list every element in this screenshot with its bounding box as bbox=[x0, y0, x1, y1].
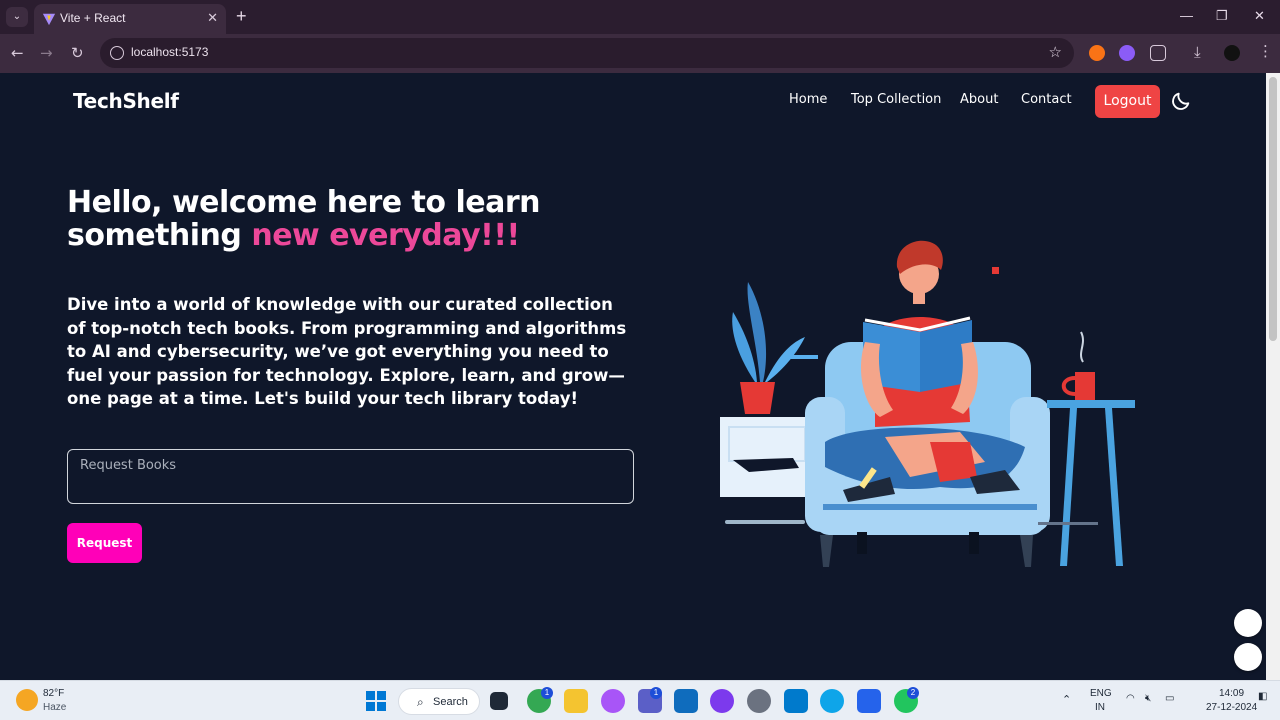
logout-button[interactable]: Logout bbox=[1095, 85, 1160, 118]
notifications-icon[interactable]: ◧ bbox=[1258, 691, 1267, 702]
nav-top-collection[interactable]: Top Collection bbox=[851, 92, 941, 107]
hero-title-line2: something bbox=[67, 218, 242, 253]
request-books-field[interactable] bbox=[67, 449, 634, 504]
search-label: Search bbox=[433, 696, 468, 708]
tab-title: Vite + React bbox=[60, 11, 126, 25]
moon-icon[interactable] bbox=[1170, 90, 1192, 112]
whatsapp-badge: 2 bbox=[907, 687, 919, 699]
tab-search-dropdown[interactable]: ⌄ bbox=[6, 7, 28, 27]
forward-arrow-icon[interactable]: → bbox=[40, 44, 53, 62]
browser-tab-bar: ⌄ Vite + React ✕ + — ❐ ✕ bbox=[0, 0, 1280, 34]
volume-muted-icon[interactable]: 🔇︎ bbox=[1145, 693, 1151, 704]
nav-home[interactable]: Home bbox=[789, 92, 827, 107]
photos-icon[interactable] bbox=[857, 689, 881, 713]
language-region[interactable]: IN bbox=[1095, 702, 1105, 713]
nav-about[interactable]: About bbox=[960, 92, 998, 107]
windows-start-icon[interactable] bbox=[366, 691, 386, 711]
app-icon[interactable] bbox=[710, 689, 734, 713]
reading-illustration bbox=[720, 240, 1135, 567]
hero-title-line1: Hello, welcome here to learn bbox=[67, 185, 540, 220]
address-bar[interactable]: localhost:5173 ☆ bbox=[100, 38, 1074, 68]
hero-title-accent: new everyday!!! bbox=[251, 218, 520, 253]
browser-toolbar: ← → ↻ localhost:5173 ☆ ⤓ ⋮ bbox=[0, 34, 1280, 73]
teams-badge: 1 bbox=[650, 687, 662, 699]
request-books-input[interactable] bbox=[80, 458, 620, 473]
search-icon: ⌕ bbox=[417, 695, 424, 709]
request-button[interactable]: Request bbox=[67, 523, 142, 563]
reload-icon[interactable]: ↻ bbox=[71, 44, 84, 62]
edge-icon[interactable] bbox=[820, 689, 844, 713]
nav-contact[interactable]: Contact bbox=[1021, 92, 1072, 107]
minimize-button[interactable]: — bbox=[1180, 8, 1193, 23]
chrome-badge: 1 bbox=[541, 687, 553, 699]
restore-button[interactable]: ❐ bbox=[1216, 8, 1228, 24]
new-tab-button[interactable]: + bbox=[236, 6, 247, 27]
back-arrow-icon[interactable]: ← bbox=[11, 44, 24, 62]
tray-chevron-icon[interactable]: ⌃ bbox=[1062, 693, 1071, 706]
ai-extension-icon[interactable] bbox=[1119, 45, 1135, 61]
vscode-icon[interactable] bbox=[784, 689, 808, 713]
windows-taskbar: 82°F Haze ⌕ Search 1 1 2 ⌃ ENG IN ◠ 🔇︎ ▭… bbox=[0, 680, 1280, 720]
battery-icon[interactable]: ▭ bbox=[1165, 693, 1174, 704]
profile-avatar[interactable] bbox=[1224, 45, 1240, 61]
brand-logo[interactable]: TechShelf bbox=[73, 89, 179, 113]
browser-tab[interactable]: Vite + React ✕ bbox=[34, 4, 226, 34]
close-window-button[interactable]: ✕ bbox=[1254, 8, 1265, 24]
extensions-puzzle-icon[interactable] bbox=[1150, 45, 1166, 61]
site-info-icon[interactable] bbox=[110, 46, 124, 60]
language-code[interactable]: ENG bbox=[1090, 688, 1112, 699]
taskbar-search[interactable]: ⌕ Search bbox=[398, 688, 480, 715]
download-icon[interactable]: ⤓ bbox=[1194, 43, 1201, 61]
menu-kebab-icon[interactable]: ⋮ bbox=[1258, 42, 1273, 60]
settings-gear-icon[interactable] bbox=[747, 689, 771, 713]
scrollbar-thumb[interactable] bbox=[1269, 77, 1277, 341]
bookmark-star-icon[interactable]: ☆ bbox=[1049, 43, 1062, 61]
weather-temperature[interactable]: 82°F bbox=[43, 688, 64, 699]
outlook-icon[interactable] bbox=[674, 689, 698, 713]
task-view-icon[interactable] bbox=[490, 692, 508, 710]
vite-favicon-icon bbox=[42, 13, 56, 26]
extension-icon[interactable] bbox=[1089, 45, 1105, 61]
hero-description: Dive into a world of knowledge with our … bbox=[67, 295, 627, 408]
page-scrollbar[interactable] bbox=[1266, 73, 1280, 680]
clock-date[interactable]: 27-12-2024 bbox=[1206, 702, 1257, 713]
file-explorer-icon[interactable] bbox=[564, 689, 588, 713]
reading-mode-button[interactable] bbox=[1234, 609, 1262, 637]
weather-sun-icon[interactable] bbox=[16, 689, 38, 711]
url-text: localhost:5173 bbox=[131, 45, 209, 59]
weather-condition[interactable]: Haze bbox=[43, 702, 66, 713]
copilot-icon[interactable] bbox=[601, 689, 625, 713]
tab-close-icon[interactable]: ✕ bbox=[207, 10, 218, 26]
ai-assistant-button[interactable] bbox=[1234, 643, 1262, 671]
wifi-icon[interactable]: ◠ bbox=[1126, 693, 1135, 704]
clock-time[interactable]: 14:09 bbox=[1219, 688, 1244, 699]
hero-title: Hello, welcome here to learn something n… bbox=[67, 186, 627, 252]
